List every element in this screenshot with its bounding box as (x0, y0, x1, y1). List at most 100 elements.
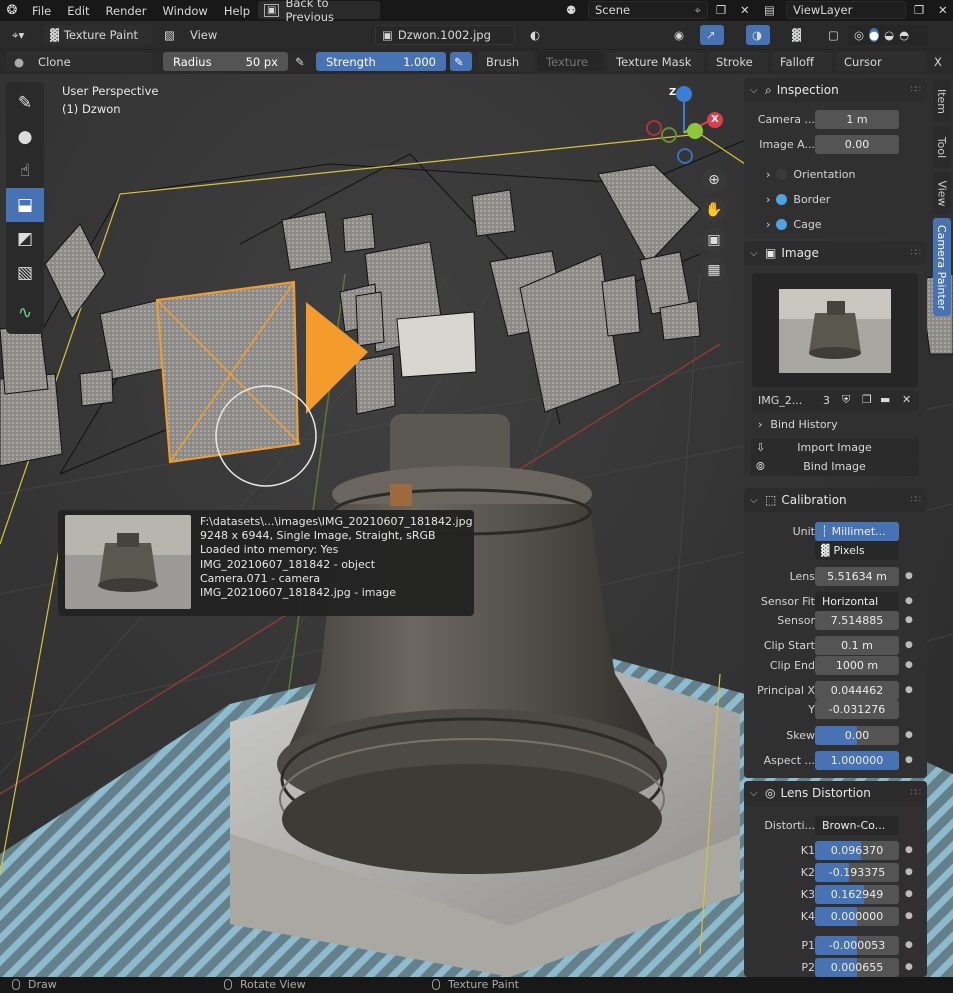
sensor-field[interactable]: 7.514885 (815, 610, 899, 630)
border-toggle[interactable] (776, 194, 788, 205)
scene-selector[interactable]: Scene ⌖ (588, 1, 708, 19)
visibility-icon[interactable]: ◉ (668, 25, 696, 45)
tab-tool[interactable]: Tool (933, 126, 951, 168)
keyframe-dot-icon[interactable]: ● (905, 962, 913, 972)
import-image-button[interactable]: ⇩ Import Image (750, 438, 919, 457)
remove-viewlayer-icon[interactable]: ✕ (932, 1, 952, 19)
draw-brush-icon[interactable]: ✎ (6, 86, 44, 120)
image-selector[interactable]: ▣ Dzwon.1002.jpg (375, 25, 515, 45)
brush-menu[interactable]: Brush (478, 52, 534, 71)
clip-end-field[interactable]: 1000 m (815, 655, 899, 675)
border-subpanel[interactable]: › Border (766, 193, 830, 206)
menu-help[interactable]: Help (216, 4, 258, 18)
rendered-shading-icon[interactable]: ◓ (899, 28, 909, 42)
header-close-icon[interactable]: X (930, 52, 950, 71)
menu-window[interactable]: Window (154, 4, 215, 18)
solid-shading-icon[interactable]: ● (869, 28, 880, 42)
new-viewlayer-icon[interactable]: ❐ (908, 1, 928, 19)
image-display-icon[interactable]: ◐ (524, 25, 552, 45)
unit-millimeters-option[interactable]: ┆ Millimet... (815, 521, 899, 541)
falloff-menu[interactable]: Falloff (772, 52, 832, 71)
k2-slider[interactable]: -0.193375 (815, 862, 899, 882)
texture-mask-menu[interactable]: Texture Mask (608, 52, 704, 71)
viewlayer-selector[interactable]: ViewLayer (786, 1, 906, 19)
texture-menu[interactable]: Texture (538, 52, 604, 71)
tab-camera-painter[interactable]: Camera Painter (933, 218, 951, 316)
clone-icon[interactable]: ⬓ (6, 188, 44, 222)
keyframe-dot-icon[interactable]: ● (905, 685, 913, 695)
viewlayer-icon[interactable]: ▤ (758, 1, 782, 19)
keyframe-dot-icon[interactable]: ● (905, 596, 913, 606)
material-shading-icon[interactable]: ◒ (884, 28, 894, 42)
camera-size-field[interactable]: 1 m (815, 109, 899, 129)
keyframe-dot-icon[interactable]: ● (905, 889, 913, 899)
image-alpha-field[interactable]: 0.00 (815, 134, 899, 154)
principal-y-field[interactable]: -0.031276 (815, 699, 899, 719)
fake-user-shield-icon[interactable]: ⛨ (842, 393, 850, 407)
menu-file[interactable]: File (24, 4, 59, 18)
cage-subpanel[interactable]: › Cage (766, 218, 822, 231)
drag-grip-icon[interactable]: ∷∷ (911, 85, 922, 95)
toggle-icon[interactable]: ▧ (158, 25, 180, 45)
perspective-toggle-icon[interactable]: ▦ (702, 258, 726, 282)
zoom-icon[interactable]: ⊕ (702, 168, 726, 192)
p2-slider[interactable]: 0.000655 (815, 957, 899, 977)
brush-selector[interactable]: ● Clone (6, 52, 152, 71)
distortion-model-dropdown[interactable]: Brown-Co... (815, 815, 899, 835)
back-to-previous-button[interactable]: ▣ Back to Previous (258, 0, 380, 24)
p1-slider[interactable]: -0.000053 (815, 935, 899, 955)
menu-edit[interactable]: Edit (59, 4, 97, 18)
editor-type-icon[interactable]: ⌖▾ (6, 25, 40, 45)
keyframe-dot-icon[interactable]: ● (905, 940, 913, 950)
tab-view[interactable]: View (933, 172, 951, 214)
camera-view-icon[interactable]: ▢ (822, 25, 846, 45)
keyframe-dot-icon[interactable]: ● (905, 730, 913, 740)
pan-hand-icon[interactable]: ✋ (702, 198, 726, 222)
folder-icon[interactable]: ▬ (880, 393, 890, 406)
sensor-fit-dropdown[interactable]: Horizontal (815, 591, 899, 611)
annotate-icon[interactable]: ∿ (6, 296, 44, 330)
drag-grip-icon[interactable]: ∷∷ (911, 495, 922, 505)
pin-icon[interactable]: ⌖ (695, 3, 701, 18)
cage-toggle[interactable] (776, 219, 788, 230)
strength-pressure-icon[interactable]: ✎ (450, 52, 472, 71)
new-scene-icon[interactable]: ❐ (710, 1, 730, 19)
keyframe-dot-icon[interactable]: ● (905, 640, 913, 650)
soften-icon[interactable]: ● (6, 120, 44, 154)
tab-item[interactable]: Item (933, 80, 951, 122)
scene-icon[interactable]: ⚉ (560, 1, 584, 19)
strength-slider[interactable]: Strength 1.000 (316, 52, 446, 71)
orientation-subpanel[interactable]: › Orientation (766, 168, 856, 181)
fill-icon[interactable]: ◩ (6, 222, 44, 256)
keyframe-dot-icon[interactable]: ● (905, 660, 913, 670)
lens-field[interactable]: 5.51634 m (815, 566, 899, 586)
aspect-slider[interactable]: 1.000000 (815, 750, 899, 770)
k4-slider[interactable]: 0.000000 (815, 906, 899, 926)
skew-slider[interactable]: 0.00 (815, 725, 899, 745)
image-users-count[interactable]: 3 (823, 394, 830, 407)
keyframe-dot-icon[interactable]: ● (905, 845, 913, 855)
k3-slider[interactable]: 0.162949 (815, 884, 899, 904)
gizmo-x-label[interactable]: X (711, 114, 719, 125)
radius-pressure-icon[interactable]: ✎ (291, 52, 313, 71)
gizmo-toggle-icon[interactable]: ↗ (700, 25, 724, 45)
principal-x-field[interactable]: 0.044462 (815, 680, 899, 700)
menu-render[interactable]: Render (98, 4, 155, 18)
camera-view-toggle-icon[interactable]: ▣ (702, 228, 726, 252)
cursor-menu[interactable]: Cursor (836, 52, 926, 71)
bind-history-subpanel[interactable]: › Bind History (758, 418, 838, 431)
keyframe-dot-icon[interactable]: ● (905, 755, 913, 765)
duplicate-icon[interactable]: ❐ (862, 393, 872, 406)
image-datablock-name[interactable]: IMG_2... (758, 394, 802, 407)
image-preview[interactable] (752, 273, 918, 387)
wireframe-shading-icon[interactable]: ◎ (854, 28, 864, 42)
radius-slider[interactable]: Radius 50 px (163, 52, 288, 71)
keyframe-dot-icon[interactable]: ● (905, 867, 913, 877)
remove-scene-icon[interactable]: ✕ (734, 1, 754, 19)
k1-slider[interactable]: 0.096370 (815, 840, 899, 860)
clip-start-field[interactable]: 0.1 m (815, 635, 899, 655)
keyframe-dot-icon[interactable]: ● (905, 571, 913, 581)
drag-grip-icon[interactable]: ∷∷ (911, 248, 922, 258)
lens-distortion-header[interactable]: ⌵ ◎ Lens Distortion ∷∷ (744, 781, 927, 805)
mask-icon[interactable]: ▧ (6, 256, 44, 290)
